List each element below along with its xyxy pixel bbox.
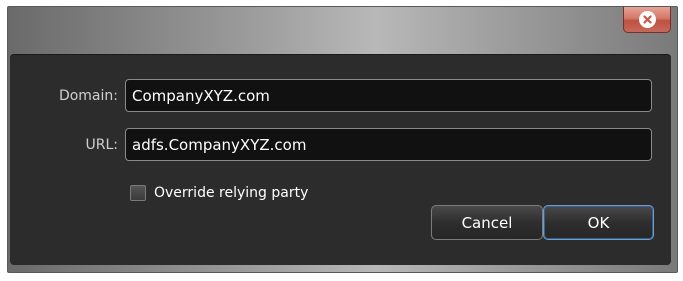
url-field[interactable] bbox=[125, 128, 652, 161]
close-button[interactable] bbox=[623, 7, 671, 33]
domain-field[interactable] bbox=[125, 79, 652, 112]
dialog-window: Domain: URL: Override relying party Canc… bbox=[7, 6, 678, 273]
override-relying-party-checkbox[interactable]: Override relying party bbox=[130, 185, 308, 201]
close-icon bbox=[638, 11, 656, 28]
checkbox-icon[interactable] bbox=[130, 185, 146, 201]
dialog-content: Domain: URL: Override relying party Canc… bbox=[10, 54, 671, 265]
url-label: URL: bbox=[85, 137, 119, 153]
override-relying-party-label: Override relying party bbox=[154, 185, 309, 201]
domain-label: Domain: bbox=[58, 88, 118, 104]
ok-button[interactable]: OK bbox=[543, 205, 654, 240]
cancel-button[interactable]: Cancel bbox=[431, 205, 543, 240]
